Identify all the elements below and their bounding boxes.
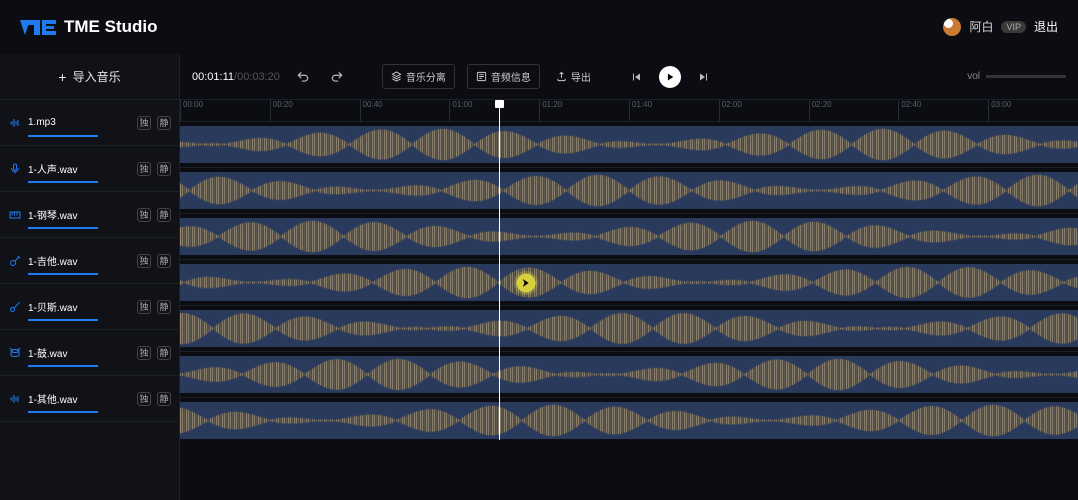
drum-icon [8, 346, 22, 360]
track-name: 1.mp3 [28, 117, 131, 128]
mute-button[interactable]: 静 [157, 346, 171, 360]
export-icon [556, 71, 567, 82]
tracks-area[interactable] [180, 122, 1078, 440]
redo-button[interactable] [326, 66, 348, 88]
ruler-tick: 00:00 [180, 100, 203, 121]
mute-button[interactable]: 静 [157, 208, 171, 222]
current-time: 00:01:11 [192, 71, 234, 83]
logo: TME Studio [20, 17, 157, 37]
ruler-tick: 02:40 [898, 100, 921, 121]
waveform-row[interactable] [180, 352, 1078, 398]
layers-icon [391, 71, 402, 82]
solo-button[interactable]: 独 [137, 116, 151, 130]
waveform-row[interactable] [180, 168, 1078, 214]
volume-control[interactable]: vol [967, 71, 1066, 82]
vip-badge: VIP [1001, 21, 1026, 33]
export-button[interactable]: 导出 [552, 65, 595, 88]
total-time: 00:03:20 [237, 71, 280, 83]
piano-icon [8, 208, 22, 222]
waveform-row[interactable] [180, 214, 1078, 260]
play-button[interactable] [659, 66, 681, 88]
mute-button[interactable]: 静 [157, 392, 171, 406]
mic-icon [8, 162, 22, 176]
sidebar: + 导入音乐 1.mp3独静1-人声.wav独静1-钢琴.wav独静1-吉他.w… [0, 54, 180, 500]
waveform-row[interactable] [180, 398, 1078, 440]
mute-button[interactable]: 静 [157, 300, 171, 314]
solo-button[interactable]: 独 [137, 162, 151, 176]
guitar-icon [8, 254, 22, 268]
solo-button[interactable]: 独 [137, 208, 151, 222]
bass-icon [8, 300, 22, 314]
plus-icon: + [58, 69, 66, 85]
timeline[interactable]: 00:00 00:20 00:40 01:00 01:20 01:40 02:00 02:20… [180, 100, 1078, 440]
app-title: TME Studio [64, 17, 157, 37]
solo-button[interactable]: 独 [137, 392, 151, 406]
app-header: TME Studio 阿白 VIP 退出 [0, 0, 1078, 54]
track-row[interactable]: 1-吉他.wav 独静 [0, 238, 179, 284]
track-name: 1-钢琴.wav [28, 207, 131, 222]
undo-button[interactable] [292, 66, 314, 88]
playhead[interactable] [499, 100, 500, 440]
track-row[interactable]: 1-人声.wav 独静 [0, 146, 179, 192]
separate-button[interactable]: 音乐分离 [382, 64, 455, 89]
toolbar: 00:01:11/00:03:20 音乐分离 音频信息 导出 v [180, 54, 1078, 100]
ruler-tick: 00:40 [360, 100, 383, 121]
solo-button[interactable]: 独 [137, 254, 151, 268]
user-name: 阿白 [969, 18, 993, 35]
volume-label: vol [967, 71, 980, 82]
time-display: 00:01:11/00:03:20 [192, 71, 280, 83]
track-name: 1-人声.wav [28, 161, 131, 176]
prev-button[interactable] [625, 66, 647, 88]
ruler-tick: 02:00 [719, 100, 742, 121]
volume-slider[interactable] [986, 75, 1066, 78]
track-row[interactable]: 1.mp3 独静 [0, 100, 179, 146]
track-name: 1-贝斯.wav [28, 299, 131, 314]
solo-button[interactable]: 独 [137, 300, 151, 314]
ruler-tick: 01:20 [539, 100, 562, 121]
track-name: 1-其他.wav [28, 391, 131, 406]
logo-icon [20, 17, 56, 37]
bottom-area [180, 440, 1078, 500]
waveform-row[interactable] [180, 122, 1078, 168]
ruler-tick: 01:40 [629, 100, 652, 121]
track-row[interactable]: 1-其他.wav 独静 [0, 376, 179, 422]
user-block: 阿白 VIP 退出 [943, 18, 1058, 36]
main-panel: 00:01:11/00:03:20 音乐分离 音频信息 导出 v [180, 54, 1078, 500]
waveform-row[interactable] [180, 260, 1078, 306]
avatar[interactable] [943, 18, 961, 36]
waveform-row[interactable] [180, 306, 1078, 352]
import-label: 导入音乐 [73, 68, 121, 85]
ruler-tick: 03:00 [988, 100, 1011, 121]
info-icon [476, 71, 487, 82]
track-row[interactable]: 1-贝斯.wav 独静 [0, 284, 179, 330]
solo-button[interactable]: 独 [137, 346, 151, 360]
info-button[interactable]: 音频信息 [467, 64, 540, 89]
waveform-icon [8, 392, 22, 406]
cursor-marker [514, 271, 538, 295]
track-name: 1-吉他.wav [28, 253, 131, 268]
track-name: 1-鼓.wav [28, 345, 131, 360]
import-music-button[interactable]: + 导入音乐 [0, 54, 179, 100]
ruler-tick: 01:00 [449, 100, 472, 121]
track-row[interactable]: 1-鼓.wav 独静 [0, 330, 179, 376]
logout-link[interactable]: 退出 [1034, 18, 1058, 35]
mute-button[interactable]: 静 [157, 162, 171, 176]
time-ruler[interactable]: 00:00 00:20 00:40 01:00 01:20 01:40 02:00 02:20… [180, 100, 1078, 122]
mute-button[interactable]: 静 [157, 116, 171, 130]
ruler-tick: 00:20 [270, 100, 293, 121]
track-list: 1.mp3独静1-人声.wav独静1-钢琴.wav独静1-吉他.wav独静1-贝… [0, 100, 179, 500]
mute-button[interactable]: 静 [157, 254, 171, 268]
next-button[interactable] [693, 66, 715, 88]
waveform-icon [8, 116, 22, 130]
ruler-tick: 02:20 [809, 100, 832, 121]
track-row[interactable]: 1-钢琴.wav 独静 [0, 192, 179, 238]
